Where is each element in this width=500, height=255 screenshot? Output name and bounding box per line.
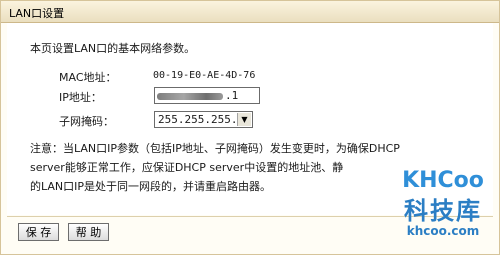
subnet-mask-value: 255.255.255.0 (158, 113, 245, 126)
watermark-url: khcoo.com (406, 224, 480, 238)
ip-redaction (157, 93, 223, 100)
watermark-logo: KHCoo 科技库 khcoo.com (388, 168, 498, 254)
save-button[interactable]: 保 存 (18, 223, 59, 241)
watermark-site-name: 科技库 (404, 197, 482, 225)
watermark-logo-text: KHCoo (402, 168, 484, 193)
intro-text: 本页设置LAN口的基本网络参数。 (30, 42, 196, 55)
note-line-3: 的LAN口IP是处于同一网段的，并请重启路由器。 (30, 180, 272, 193)
panel-title: LAN口设置 (9, 7, 65, 20)
note-line-2: server能够正常工作，应保证DHCP server中设置的地址池、静 (30, 161, 344, 174)
ip-label: IP地址： (59, 91, 102, 104)
chevron-down-icon[interactable]: ▼ (237, 113, 251, 126)
ip-suffix: .1 (225, 89, 239, 102)
help-button[interactable]: 帮 助 (68, 223, 109, 241)
note-text: 注意：当LAN口IP参数（包括IP地址、子网掩码）发生变更时，为确保DHCP s… (30, 139, 430, 196)
mask-label: 子网掩码： (59, 115, 114, 128)
note-line-1: 注意：当LAN口IP参数（包括IP地址、子网掩码）发生变更时，为确保DHCP (30, 142, 400, 155)
mac-value: 00-19-E0-AE-4D-76 (153, 70, 256, 81)
ip-address-input[interactable]: .1 (154, 87, 260, 104)
subnet-mask-select[interactable]: 255.255.255.0 ▼ (154, 111, 253, 128)
panel-titlebar: LAN口设置 (1, 1, 499, 23)
mac-label: MAC地址： (59, 71, 117, 84)
